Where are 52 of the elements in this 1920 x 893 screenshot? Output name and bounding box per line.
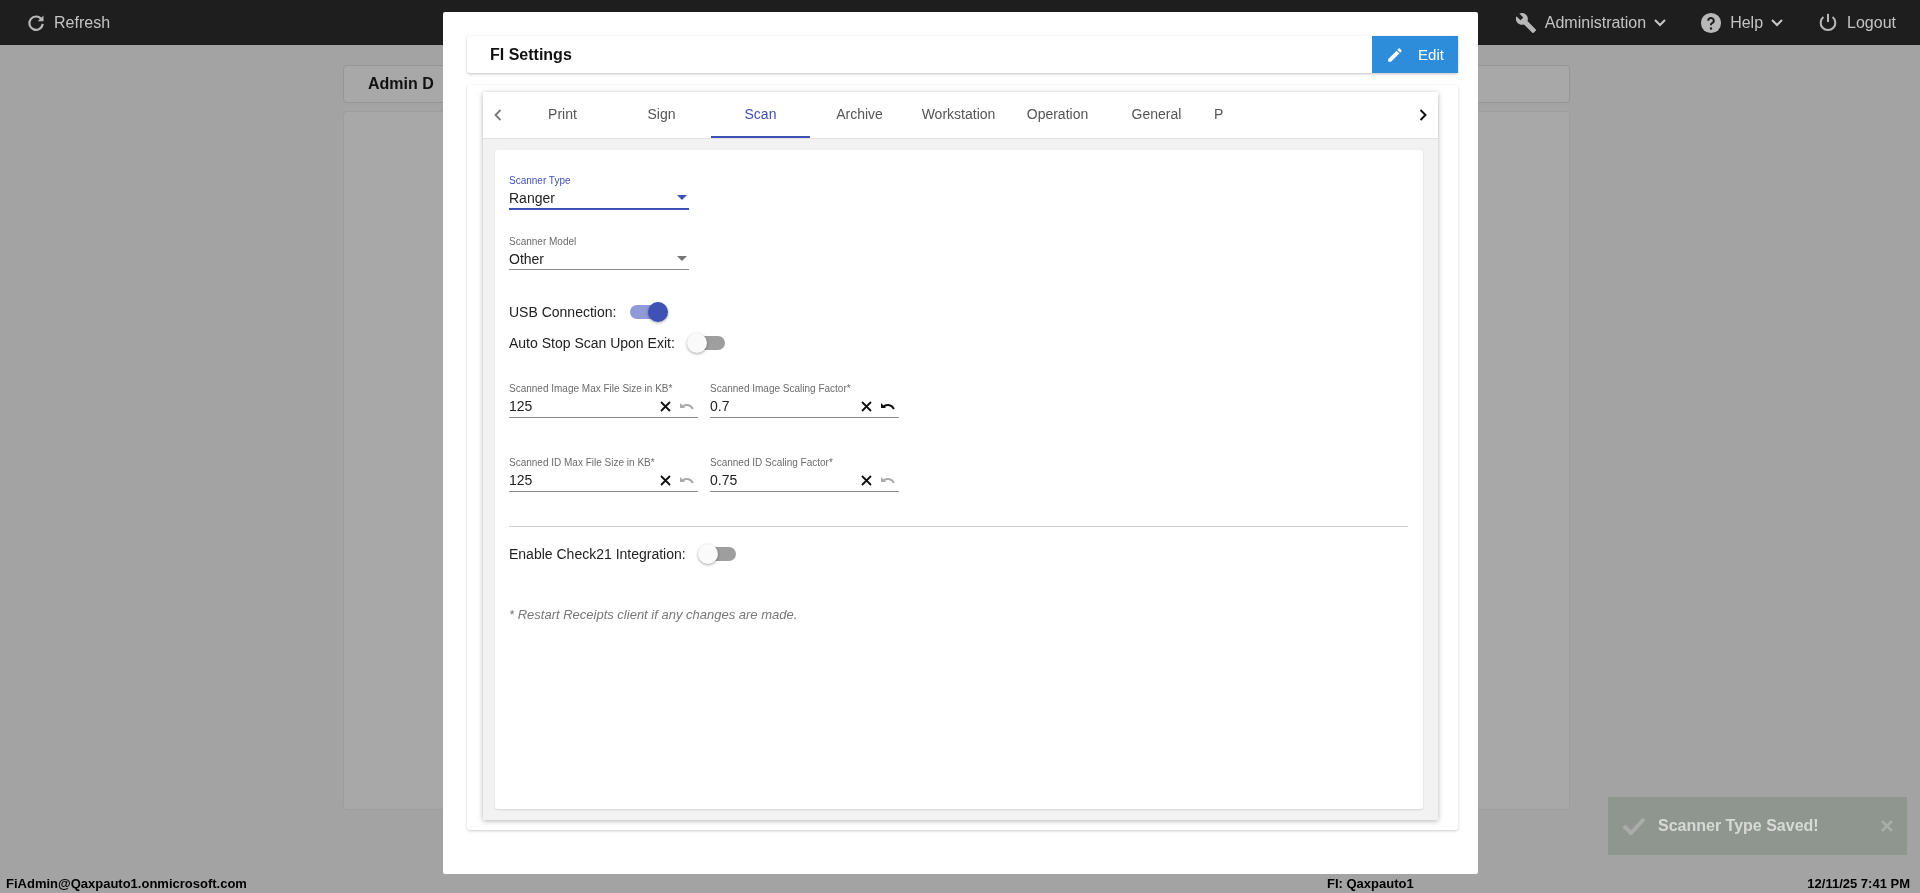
close-icon [861,474,872,486]
undo-icon [880,475,895,485]
close-icon [861,400,872,412]
restart-note: * Restart Receipts client if any changes are made. [509,607,799,622]
check-icon [1622,817,1646,835]
menu-button[interactable]: Administration [1514,11,1667,34]
chevron-left-icon [494,109,502,121]
close-icon [660,474,671,486]
toggle-switch[interactable] [630,304,667,319]
caret-icon [677,256,687,261]
close-icon [660,400,671,412]
menu-button[interactable]: Help [1700,11,1784,34]
toast-message: Scanner Type Saved! [1658,817,1820,835]
switch-label: Auto Stop Scan Upon Exit: [509,334,675,351]
toggle-switch[interactable] [688,335,725,350]
input-field[interactable]: 125 [509,398,652,414]
refresh-icon [26,12,46,33]
fi-name: FI: Qaxpauto1 [1327,876,1415,891]
dropdown[interactable]: Ranger [509,187,689,210]
clear-button[interactable] [861,474,872,486]
field-label: Scanned ID Max File Size in KB* [509,457,656,469]
close-icon [1881,820,1893,832]
switch-label: Enable Check21 Integration: [509,545,686,562]
undo-button[interactable] [880,401,895,411]
toggle-switch[interactable] [699,546,736,561]
input-field[interactable]: 125 [509,472,652,488]
clear-button[interactable] [660,474,671,486]
date-time: 12/11/25 7:41 PM [1807,876,1910,891]
user-email: FiAdmin@Qaxpauto1.onmicrosoft.com [6,876,248,891]
dropdown[interactable]: Other [509,248,689,270]
input-field[interactable]: 0.7 [710,398,853,414]
undo-icon [679,475,694,485]
undo-icon [679,401,694,411]
input-field[interactable]: 0.75 [710,472,853,488]
undo-icon [880,401,895,411]
field-label: Scanner Model [509,236,578,248]
pencil-icon [1386,45,1405,64]
switch-label: USB Connection: [509,303,617,320]
help-icon [1700,11,1723,34]
clear-button[interactable] [660,400,671,412]
chevron-right-icon [1419,109,1427,121]
refresh-button[interactable]: Refresh [26,12,111,33]
wrench-icon [1514,11,1537,34]
field-label: Scanned ID Scaling Factor* [710,457,834,469]
field-label: Scanned Image Max File Size in KB* [509,383,674,395]
field-label: Scanner Type [509,175,572,187]
clear-button[interactable] [861,400,872,412]
logout-button[interactable]: Logout [1817,11,1896,34]
field-label: Scanned Image Scaling Factor* [710,383,852,395]
edit-button[interactable]: Edit [1372,36,1458,73]
caret-icon [677,195,687,200]
dialog-title: FI Settings [489,44,573,65]
